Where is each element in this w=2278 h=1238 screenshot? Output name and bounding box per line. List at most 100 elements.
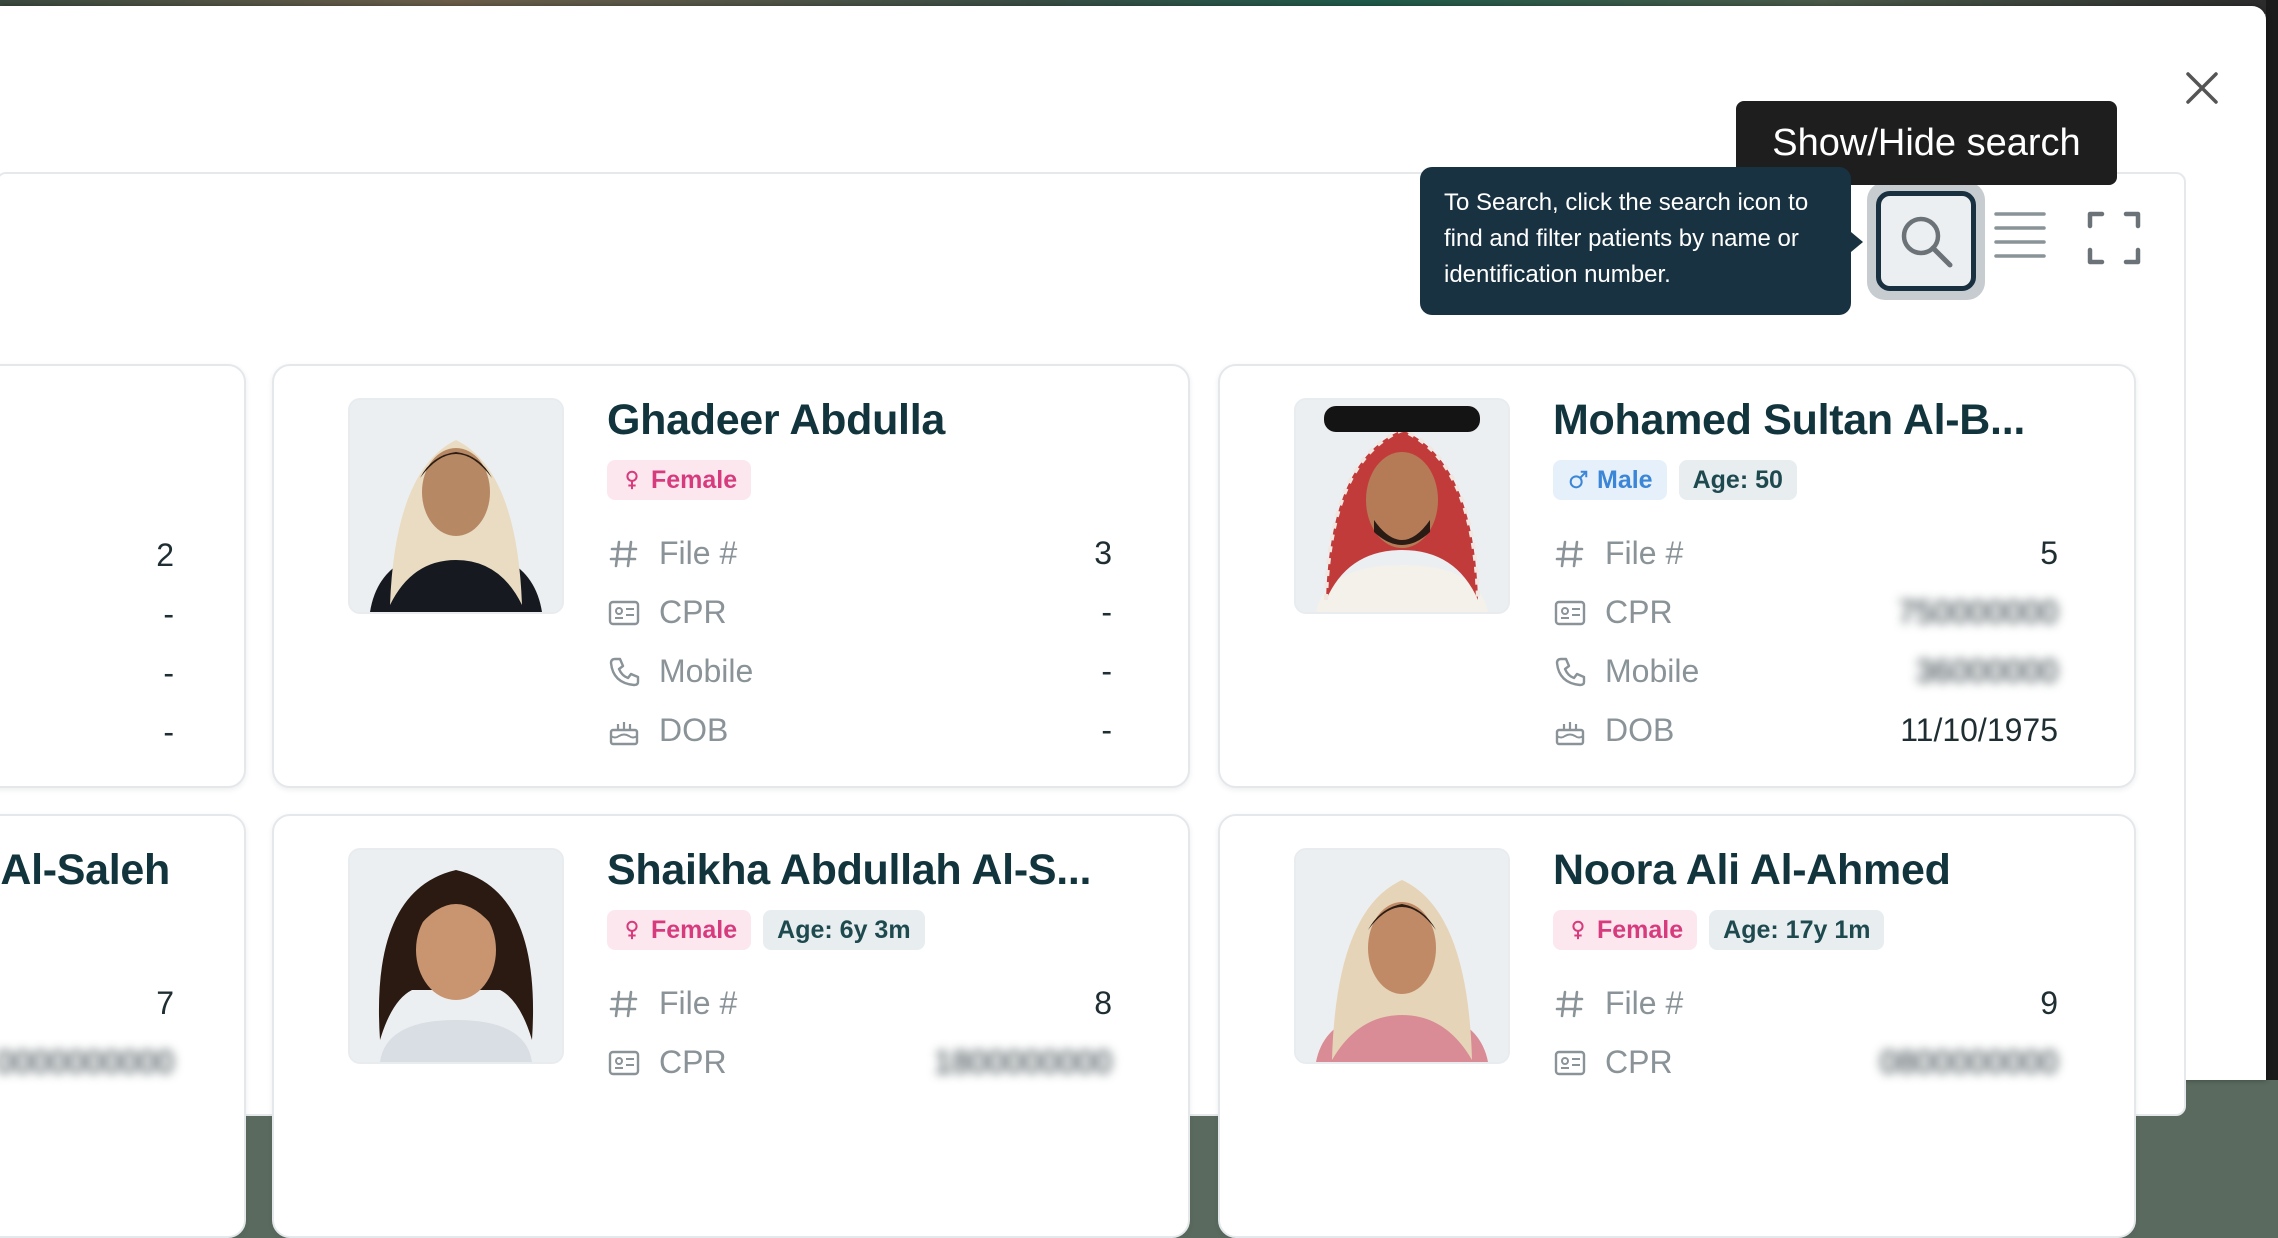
cake-icon (607, 714, 641, 748)
file-value: 2 (156, 537, 174, 573)
phone-icon (607, 655, 641, 689)
id-card-icon (607, 596, 641, 630)
file-row: File # 5 (1553, 524, 2058, 583)
cpr-label: CPR (1605, 594, 1673, 630)
gender-badge: Female (607, 460, 752, 500)
cpr-label: CPR (1605, 1044, 1673, 1080)
window-edge (2266, 0, 2278, 1080)
age-badge: Age: 50 (1678, 460, 1797, 500)
cpr-row: CPR - (607, 583, 1112, 642)
hint-arrow (1851, 232, 1863, 252)
search-hint-popover: To Search, click the search icon to find… (1420, 167, 1851, 315)
patient-name: Shaikha Abdullah Al-S... (607, 846, 1092, 894)
hash-icon (1553, 537, 1587, 571)
cpr-label: CPR (659, 594, 727, 630)
hash-icon (607, 537, 641, 571)
gender-badge: Female (1553, 910, 1698, 950)
patient-card[interactable]: Al-Saleh 7 0000000000 (0, 814, 246, 1238)
file-row: 2 (0, 526, 174, 585)
mobile-value: 36000000 (1915, 653, 2058, 689)
fullscreen-icon (2087, 211, 2141, 265)
cpr-value: 750000000 (1897, 594, 2058, 630)
patient-name: Al-Saleh (0, 846, 170, 894)
gender-label: Female (1597, 915, 1684, 944)
mobile-label: Mobile (1605, 653, 1700, 689)
cpr-row: - (0, 585, 174, 644)
file-label: File # (1605, 985, 1684, 1021)
mobile-row: Mobile 36000000 (1553, 642, 2058, 701)
patient-card[interactable]: 2 - - - (0, 364, 246, 788)
patients-panel: 2 - - - Ghadeer Abdulla Female File # 3 … (0, 172, 2186, 1238)
female-icon (1572, 920, 1584, 940)
close-button[interactable] (2176, 62, 2228, 114)
mobile-value: - (1101, 653, 1112, 689)
close-icon (2186, 72, 2218, 104)
cpr-value: 0000000000 (0, 1044, 174, 1080)
list-icon (1994, 212, 2046, 258)
dob-value: 11/10/1975 (1900, 712, 2058, 748)
patient-card[interactable]: Mohamed Sultan Al-B... Male Age: 50 File… (1218, 364, 2136, 788)
patient-modal: 2 - - - Ghadeer Abdulla Female File # 3 … (0, 6, 2266, 1238)
id-card-icon (1553, 596, 1587, 630)
mobile-value: - (163, 655, 174, 691)
file-label: File # (659, 535, 738, 571)
gender-label: Male (1597, 465, 1653, 494)
id-card-icon (1553, 1046, 1587, 1080)
file-value: 8 (1094, 985, 1112, 1021)
patient-name: Mohamed Sultan Al-B... (1553, 396, 2025, 444)
file-value: 3 (1094, 535, 1112, 571)
dob-row: DOB 11/10/1975 (1553, 701, 2058, 760)
cpr-value: - (163, 596, 174, 632)
mobile-row: Mobile - (607, 642, 1112, 701)
file-row: File # 3 (607, 524, 1112, 583)
gender-label: Female (651, 465, 738, 494)
file-row: File # 9 (1553, 974, 2058, 1033)
dob-row: DOB - (607, 701, 1112, 760)
gender-badge: Male (1553, 460, 1667, 500)
cake-icon (1553, 714, 1587, 748)
patient-photo (348, 848, 564, 1064)
cpr-value: - (1101, 594, 1112, 630)
file-value: 5 (2040, 535, 2058, 571)
patient-photo (348, 398, 564, 614)
search-icon (1901, 216, 1953, 268)
gender-badge: Female (607, 910, 752, 950)
dob-label: DOB (1605, 712, 1675, 748)
cpr-row: CPR 0800000000 (1553, 1033, 2058, 1092)
patient-name: Noora Ali Al-Ahmed (1553, 846, 1951, 894)
cpr-value: 1800000000 (934, 1044, 1112, 1080)
patient-card[interactable]: Noora Ali Al-Ahmed Female Age: 17y 1m Fi… (1218, 814, 2136, 1238)
cpr-row: CPR 1800000000 (607, 1033, 1112, 1092)
dob-row: - (0, 703, 174, 762)
file-row: 7 (0, 974, 174, 1033)
hash-icon (607, 987, 641, 1021)
patient-card[interactable]: Ghadeer Abdulla Female File # 3 CPR - Mo… (272, 364, 1190, 788)
mobile-row: - (0, 644, 174, 703)
mobile-label: Mobile (659, 653, 754, 689)
file-value: 7 (156, 985, 174, 1021)
fullscreen-button[interactable] (2086, 210, 2142, 266)
list-view-button[interactable] (1990, 206, 2050, 266)
file-label: File # (659, 985, 738, 1021)
patient-photo (1294, 398, 1510, 614)
female-icon (626, 920, 638, 940)
hash-icon (1553, 987, 1587, 1021)
cpr-label: CPR (659, 1044, 727, 1080)
gender-label: Female (651, 915, 738, 944)
search-toggle-button[interactable] (1867, 182, 1985, 300)
id-card-icon (607, 1046, 641, 1080)
cpr-row: CPR 750000000 (1553, 583, 2058, 642)
file-value: 9 (2040, 985, 2058, 1021)
file-row: File # 8 (607, 974, 1112, 1033)
cpr-value: 0800000000 (1880, 1044, 2058, 1080)
patient-card[interactable]: Shaikha Abdullah Al-S... Female Age: 6y … (272, 814, 1190, 1238)
cpr-row: 0000000000 (0, 1033, 174, 1092)
dob-label: DOB (659, 712, 729, 748)
dob-value: - (163, 714, 174, 750)
phone-icon (1553, 655, 1587, 689)
patient-photo (1294, 848, 1510, 1064)
age-badge: Age: 17y 1m (1709, 910, 1885, 950)
male-icon (1569, 470, 1588, 489)
patient-name: Ghadeer Abdulla (607, 396, 945, 444)
dob-value: - (1101, 712, 1112, 748)
